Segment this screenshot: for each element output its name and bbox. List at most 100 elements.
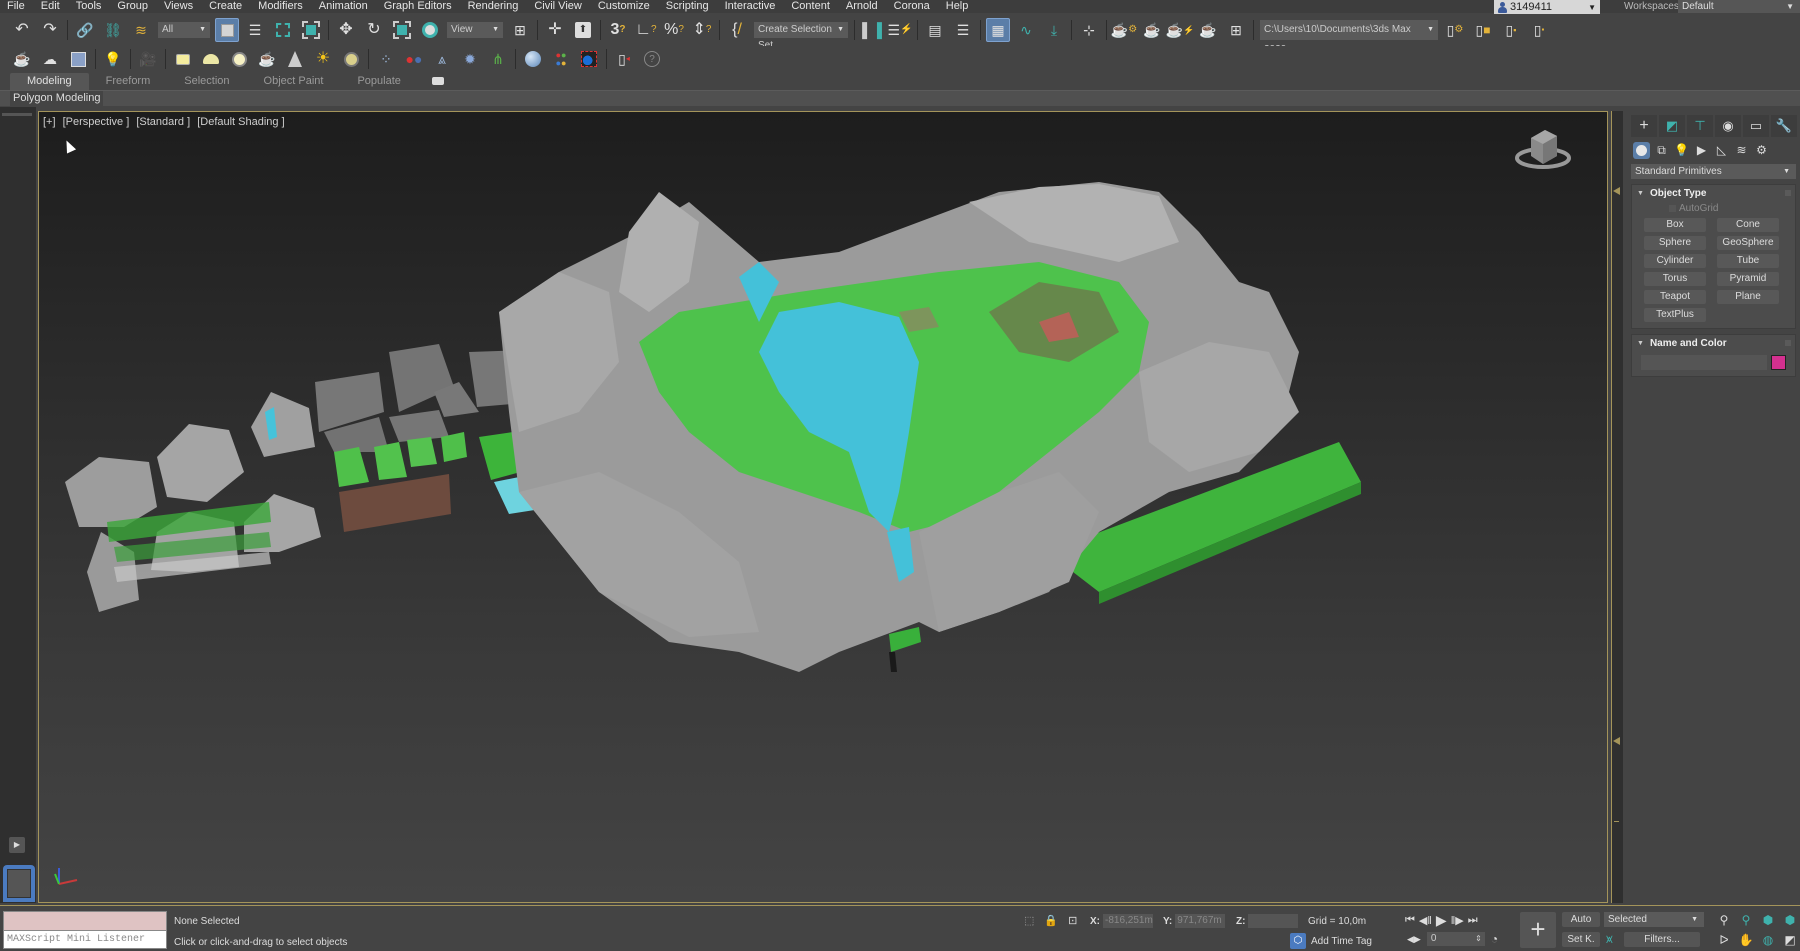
zoom-icon[interactable]: ⚲ — [1714, 911, 1734, 929]
drag-handle[interactable] — [2, 113, 32, 116]
plane-primitive-icon[interactable] — [171, 47, 195, 71]
x-coordinate-field[interactable]: -816,251m — [1103, 914, 1153, 928]
select-and-move-icon[interactable]: ✥ — [334, 18, 358, 42]
scene-explorer-icon[interactable]: ▤ — [923, 18, 947, 42]
menu-interactive[interactable]: Interactive — [717, 0, 784, 13]
motion-tab-icon[interactable]: ◉ — [1715, 115, 1741, 137]
maxscript-input[interactable]: MAXScript Mini Listener — [4, 931, 166, 948]
play-icon[interactable]: ▶ — [1436, 912, 1447, 929]
keyboard-shortcut-override-icon[interactable]: ⬆ — [571, 18, 595, 42]
expand-layouts-button[interactable]: ▶ — [9, 837, 25, 853]
utilities-tab-wrench-icon[interactable]: 🔧 — [1771, 115, 1797, 137]
viewport-layout-thumbnail[interactable] — [3, 865, 35, 902]
project-structure-icon[interactable]: ▯ ▪ — [1499, 18, 1523, 42]
go-to-start-icon[interactable]: ⏮ — [1405, 914, 1415, 927]
cylinder-button[interactable]: Cylinder — [1644, 254, 1706, 268]
viewport-standard-menu[interactable]: [Standard ] — [136, 116, 190, 128]
menu-modifiers[interactable]: Modifiers — [250, 0, 311, 13]
polygon-modeling-label[interactable]: Polygon Modeling — [10, 91, 104, 107]
material-browser-icon[interactable]: ●● ●● — [549, 47, 573, 71]
selection-lock-icon[interactable]: 🔒 — [1044, 914, 1058, 927]
maximize-viewport-icon[interactable]: ◩ — [1780, 931, 1800, 949]
systems-icon[interactable]: ⚙ — [1753, 142, 1770, 159]
rollout-pin-icon[interactable] — [1785, 340, 1791, 346]
sphere-icon[interactable] — [227, 47, 251, 71]
cloud-icon[interactable]: ☁ — [38, 47, 62, 71]
box-button[interactable]: Box — [1644, 218, 1706, 232]
mirror-icon[interactable]: ▌ ▐ — [860, 18, 884, 42]
ribbon-options-icon[interactable] — [431, 77, 444, 85]
name-and-color-header[interactable]: ▼ Name and Color — [1632, 335, 1795, 351]
menu-edit[interactable]: Edit — [33, 0, 68, 13]
menu-arnold[interactable]: Arnold — [838, 0, 886, 13]
menu-animation[interactable]: Animation — [311, 0, 376, 13]
menu-group[interactable]: Group — [109, 0, 156, 13]
dope-sheet-icon[interactable]: ⤓ — [1042, 18, 1066, 42]
menu-customize[interactable]: Customize — [590, 0, 658, 13]
zoom-extents-icon[interactable]: ⬢ — [1758, 911, 1778, 929]
geosphere-button[interactable]: GeoSphere — [1717, 236, 1779, 250]
curve-editor-icon[interactable]: ∿ — [1014, 18, 1038, 42]
select-and-place-icon[interactable] — [418, 18, 442, 42]
menu-help[interactable]: Help — [938, 0, 977, 13]
reference-coordinate-dropdown[interactable]: View ▼ — [447, 22, 503, 38]
align-icon[interactable]: ☰ ⚡ — [888, 18, 913, 42]
menu-rendering[interactable]: Rendering — [460, 0, 527, 13]
go-to-end-icon[interactable]: ⏭ — [1468, 914, 1478, 927]
perspective-viewport[interactable]: [+] [Perspective ] [Standard ] [Default … — [38, 111, 1608, 903]
cone-icon[interactable] — [283, 47, 307, 71]
hierarchy-tab-icon[interactable]: ⊤ — [1687, 115, 1713, 137]
rectangular-selection-icon[interactable] — [271, 18, 295, 42]
teapot-primitive-icon[interactable]: ☕ — [255, 47, 279, 71]
range-marker-bottom[interactable] — [1613, 737, 1620, 745]
rollout-pin-icon[interactable] — [1785, 190, 1791, 196]
tab-selection[interactable]: Selection — [167, 73, 246, 90]
project-folder-icon[interactable]: ▯ ■ — [1471, 18, 1495, 42]
field-of-view-icon[interactable]: ᐅ — [1714, 931, 1734, 949]
primitive-category-dropdown[interactable]: Standard Primitives ▼ — [1631, 164, 1796, 179]
edit-named-selection-icon[interactable]: {/ — [725, 18, 749, 42]
select-and-scale-icon[interactable] — [390, 18, 414, 42]
help-icon[interactable]: ? — [640, 47, 664, 71]
geometry-icon[interactable] — [1633, 141, 1650, 159]
molecule-icon[interactable]: ● ● — [402, 47, 426, 71]
tube-button[interactable]: Tube — [1717, 254, 1779, 268]
toggle-ribbon-icon[interactable]: ▦ — [986, 18, 1010, 42]
viewcube[interactable] — [1513, 122, 1573, 172]
teapot-icon[interactable]: ☕ — [10, 47, 34, 71]
shapes-icon[interactable]: ⧉ — [1653, 142, 1670, 159]
undo-icon[interactable]: ↶ — [10, 18, 34, 42]
select-by-name-icon[interactable]: ☰ — [243, 18, 267, 42]
light-lister-icon[interactable]: 💡 — [101, 47, 125, 71]
rendered-frame-window-icon[interactable]: ☕ — [1140, 18, 1164, 42]
object-type-header[interactable]: ▼ Object Type — [1632, 185, 1795, 201]
absolute-mode-icon[interactable]: ⊡ — [1068, 914, 1077, 927]
project-settings-icon[interactable]: ▯ ⚙ — [1443, 18, 1467, 42]
cone-button[interactable]: Cone — [1717, 218, 1779, 232]
set-key-button[interactable]: Set K. — [1562, 932, 1600, 947]
tab-object-paint[interactable]: Object Paint — [247, 73, 341, 90]
schematic-view-icon[interactable]: ⊹ — [1077, 18, 1101, 42]
tab-modeling[interactable]: Modeling — [10, 73, 89, 90]
object-name-input[interactable] — [1641, 355, 1767, 370]
tab-freeform[interactable]: Freeform — [89, 73, 168, 90]
bind-space-warp-icon[interactable]: ≋ — [129, 18, 153, 42]
add-time-tag[interactable]: ⬡ Add Time Tag — [1290, 933, 1372, 949]
set-keys-button[interactable]: + — [1520, 912, 1556, 948]
render-region-icon[interactable] — [577, 47, 601, 71]
object-color-swatch[interactable] — [1771, 355, 1786, 370]
current-frame-spinner[interactable]: 0 ⇕ — [1426, 932, 1485, 946]
sphere-button[interactable]: Sphere — [1644, 236, 1706, 250]
unlink-icon[interactable]: ⛓ — [101, 18, 125, 42]
layer-explorer-icon[interactable]: ☰ — [951, 18, 975, 42]
select-and-rotate-icon[interactable]: ↻ — [362, 18, 386, 42]
auto-key-button[interactable]: Auto — [1562, 912, 1600, 927]
window-crossing-icon[interactable] — [299, 18, 323, 42]
pan-hand-icon[interactable]: ✋ — [1736, 931, 1756, 949]
render-production-icon[interactable]: ☕ ⚡ — [1166, 18, 1195, 42]
spiky-sphere-icon[interactable]: ✹ — [458, 47, 482, 71]
zoom-all-icon[interactable]: ⚲ — [1736, 911, 1756, 929]
select-object-icon[interactable] — [215, 18, 239, 42]
pivot-point-center-icon[interactable]: ⊞ — [508, 18, 532, 42]
menu-graph-editors[interactable]: Graph Editors — [376, 0, 460, 13]
